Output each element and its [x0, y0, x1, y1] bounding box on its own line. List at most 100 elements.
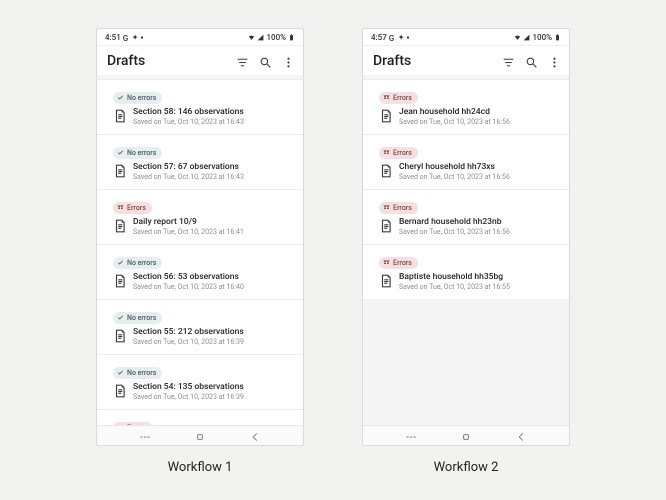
status-time: 4:57 [371, 33, 387, 42]
status-chip-errors: Errors [379, 92, 418, 104]
item-subtitle: Saved on Tue, Oct 10, 2023 at 16:56 [399, 228, 510, 236]
status-chip-no-errors: No errors [113, 257, 162, 269]
doc-icon [113, 328, 127, 342]
doc-icon [379, 218, 393, 232]
list-item[interactable]: Errors Cheryl household hh73xsSaved on Tu… [363, 134, 569, 189]
status-chip-label: No errors [127, 369, 156, 377]
status-bar: 4:57G✦ ▪ 100% [363, 29, 569, 45]
doc-icon [113, 163, 127, 177]
status-g-icon: G [389, 34, 396, 41]
status-time: 4:51 [105, 33, 121, 42]
item-title: Section 56: 53 observations [133, 272, 244, 282]
status-notif-icons: ✦ ▪ [132, 33, 144, 42]
errors-icon [383, 94, 390, 101]
drafts-list: No errorsSection 58: 146 observationsSav… [97, 75, 303, 425]
item-title: Section 55: 212 observations [133, 327, 244, 337]
item-subtitle: Saved on Tue, Oct 10, 2023 at 16:39 [133, 393, 244, 401]
phone-screen-2: 4:57G✦ ▪ 100% Drafts ErrorsJean household h… [362, 28, 570, 446]
nav-home-button[interactable] [193, 429, 207, 443]
sort-icon [502, 56, 515, 69]
status-bar: 4:51G✦ ▪100% [97, 29, 303, 45]
doc-icon [113, 383, 127, 397]
sort-button[interactable] [236, 54, 249, 67]
status-chip-label: Errors [127, 204, 146, 212]
list-item[interactable]: Errors Baptiste household hh35bgSaved on … [363, 244, 569, 299]
check-icon [117, 369, 124, 376]
item-subtitle: Saved on Tue, Oct 10, 2023 at 16:56 [399, 173, 510, 181]
nav-home-button[interactable] [459, 429, 473, 443]
list-item[interactable]: No errorsSection 57: 67 observationsSave… [97, 134, 303, 189]
list-item[interactable]: Errors Bernard household hh23nbSaved on T… [363, 189, 569, 244]
nav-recent-button[interactable] [138, 429, 152, 443]
errors-icon [117, 204, 124, 211]
screen-title: Drafts [373, 53, 502, 69]
battery-icon [288, 34, 295, 41]
overflow-icon [548, 56, 561, 69]
android-nav-bar [363, 425, 569, 445]
android-nav-bar [97, 425, 303, 445]
errors-icon [383, 259, 390, 266]
workflow-caption-1: Workflow 1 [168, 460, 233, 475]
overflow-button[interactable] [282, 54, 295, 67]
item-subtitle: Saved on Tue, Oct 10, 2023 at 16:43 [133, 118, 244, 126]
battery-percent: 100% [266, 33, 286, 42]
item-title: Cheryl household hh73xs [399, 162, 510, 172]
list-item[interactable]: ErrorsJean household hh24cdSaved on Tue,… [363, 79, 569, 134]
app-bar: Drafts [97, 45, 303, 75]
battery-percent: 100% [532, 33, 552, 42]
wifi-icon [514, 34, 521, 41]
status-chip-no-errors: No errors [113, 312, 162, 324]
overflow-icon [282, 56, 295, 69]
check-icon [117, 149, 124, 156]
doc-icon [379, 273, 393, 287]
signal-icon [523, 34, 530, 41]
status-chip-label: Errors [393, 149, 412, 157]
nav-back-button[interactable] [248, 429, 262, 443]
status-chip-errors: Errors [379, 147, 418, 159]
status-chip-no-errors: No errors [113, 92, 162, 104]
status-notif-icons: ✦ ▪ [398, 33, 410, 42]
item-subtitle: Saved on Tue, Oct 10, 2023 at 16:41 [133, 228, 244, 236]
doc-icon [379, 108, 393, 122]
check-icon [117, 94, 124, 101]
item-subtitle: Saved on Tue, Oct 10, 2023 at 16:40 [133, 283, 244, 291]
status-chip-label: Errors [393, 204, 412, 212]
doc-icon [113, 218, 127, 232]
sort-button[interactable] [502, 54, 515, 67]
item-title: Bernard household hh23nb [399, 217, 510, 227]
wifi-icon [248, 34, 255, 41]
item-title: Daily report 10/9 [133, 217, 244, 227]
item-title: Section 57: 67 observations [133, 162, 244, 172]
errors-icon [383, 204, 390, 211]
phone-screen-1: 4:51G✦ ▪100%DraftsNo errorsSection 58: 1… [96, 28, 304, 446]
nav-home-icon [459, 430, 473, 444]
item-subtitle: Saved on Tue, Oct 10, 2023 at 16:55 [399, 283, 510, 291]
status-chip-label: No errors [127, 259, 156, 267]
check-icon [117, 314, 124, 321]
search-icon [525, 56, 538, 69]
nav-recent-button[interactable] [404, 429, 418, 443]
search-button[interactable] [259, 54, 272, 67]
list-item[interactable]: ErrorsDaily report 10/8 [97, 409, 303, 425]
check-icon [117, 259, 124, 266]
nav-back-button[interactable] [514, 429, 528, 443]
list-item[interactable]: No errors Section 55: 212 observationsSav… [97, 299, 303, 354]
search-button[interactable] [525, 54, 538, 67]
item-title: Section 58: 146 observations [133, 107, 244, 117]
status-chip-no-errors: No errors [113, 147, 162, 159]
workflow-caption-2: Workflow 2 [434, 460, 499, 475]
list-item[interactable]: Errors Daily report 10/9Saved on Tue, Oct… [97, 189, 303, 244]
item-subtitle: Saved on Tue, Oct 10, 2023 at 16:39 [133, 338, 244, 346]
item-title: Baptiste household hh35bg [399, 272, 510, 282]
signal-icon [257, 34, 264, 41]
doc-icon [113, 108, 127, 122]
nav-home-icon [193, 430, 207, 444]
list-item[interactable]: No errors Section 58: 146 observationsSav… [97, 79, 303, 134]
list-item[interactable]: No errors Section 56: 53 observationsSave… [97, 244, 303, 299]
list-item[interactable]: No errorsSection 54: 135 observationsSav… [97, 354, 303, 409]
status-chip-label: Errors [393, 259, 412, 267]
sort-icon [236, 56, 249, 69]
overflow-button[interactable] [548, 54, 561, 67]
doc-icon [379, 163, 393, 177]
status-chip-label: No errors [127, 94, 156, 102]
